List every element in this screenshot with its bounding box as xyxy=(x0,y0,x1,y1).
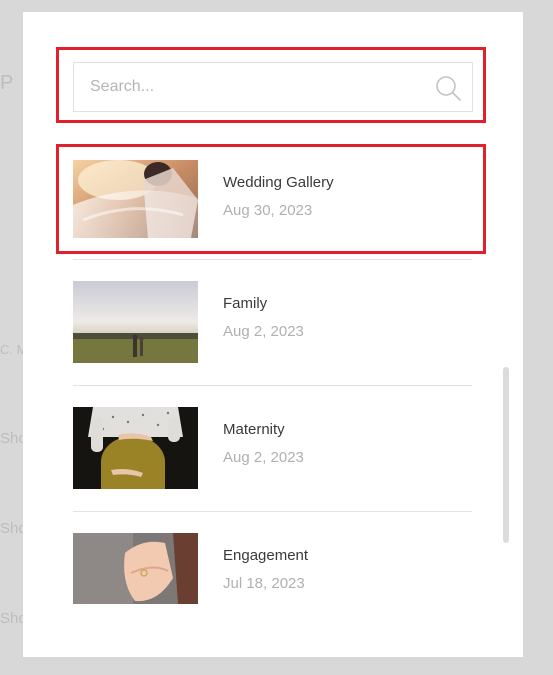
result-item-family[interactable]: Family Aug 2, 2023 xyxy=(73,281,473,363)
search-popup-panel: Wedding Gallery Aug 30, 2023 xyxy=(23,12,523,657)
result-date: Aug 30, 2023 xyxy=(223,202,313,219)
result-date: Jul 18, 2023 xyxy=(223,575,305,592)
search-field[interactable] xyxy=(73,62,473,112)
wedding-thumbnail[interactable] xyxy=(73,160,198,238)
result-date: Aug 2, 2023 xyxy=(223,323,304,340)
family-thumbnail[interactable] xyxy=(73,281,198,363)
result-title[interactable]: Maternity xyxy=(223,421,285,438)
divider xyxy=(73,259,472,260)
divider xyxy=(73,511,472,512)
search-input[interactable] xyxy=(74,63,446,111)
divider xyxy=(73,385,472,386)
search-icon[interactable] xyxy=(434,74,462,102)
scrollbar[interactable] xyxy=(503,367,509,543)
result-title[interactable]: Engagement xyxy=(223,547,308,564)
result-title[interactable]: Wedding Gallery xyxy=(223,174,334,191)
result-item-wedding-gallery[interactable]: Wedding Gallery Aug 30, 2023 xyxy=(73,160,473,242)
maternity-thumbnail[interactable] xyxy=(73,407,198,489)
result-date: Aug 2, 2023 xyxy=(223,449,304,466)
result-item-maternity[interactable]: Maternity Aug 2, 2023 xyxy=(73,407,473,489)
result-title[interactable]: Family xyxy=(223,295,267,312)
result-item-engagement[interactable]: Engagement Jul 18, 2023 xyxy=(73,533,473,615)
engagement-thumbnail[interactable] xyxy=(73,533,198,604)
